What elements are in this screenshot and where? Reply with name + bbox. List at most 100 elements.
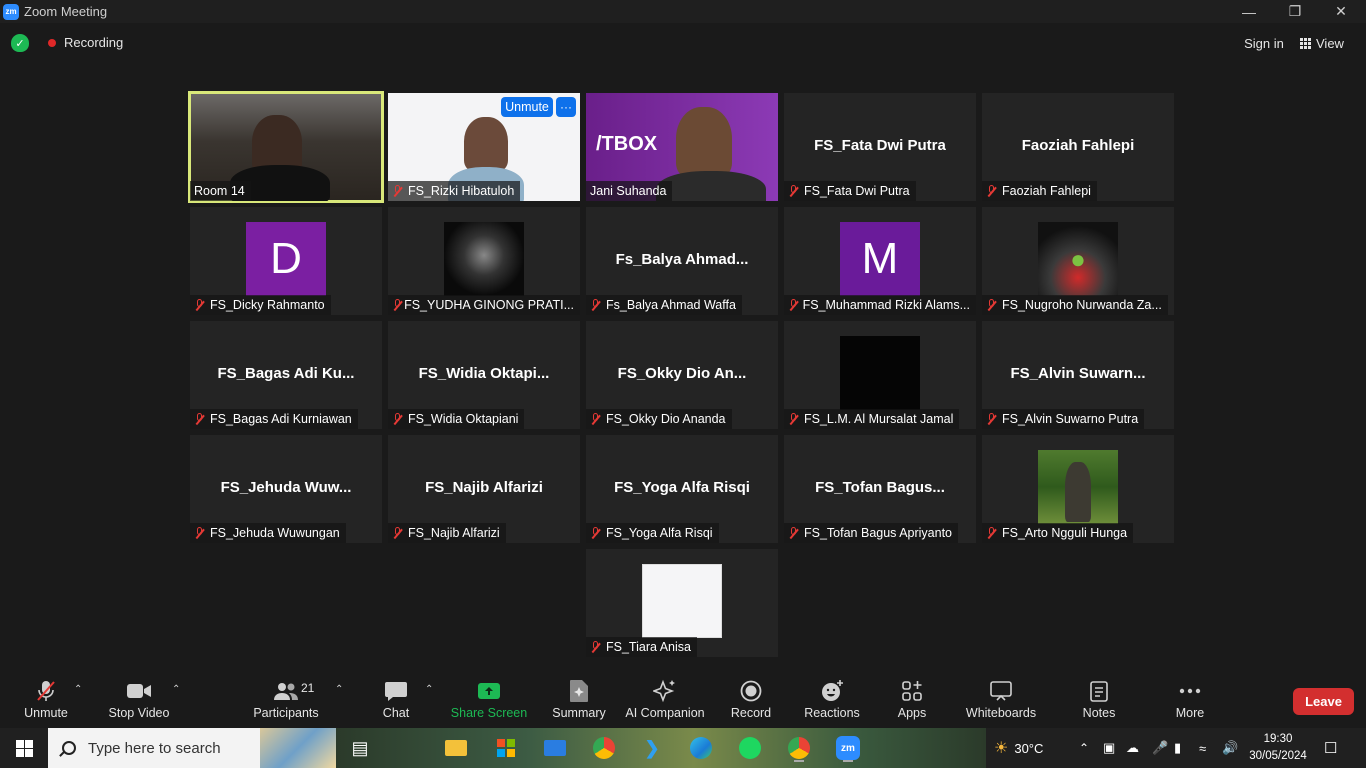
participant-tile[interactable]: FS_Najib Alfarizi FS_Najib Alfarizi xyxy=(388,435,580,543)
vscode-icon[interactable]: ❯ xyxy=(637,733,667,763)
volume-icon[interactable]: 🔊 xyxy=(1222,728,1238,768)
avatar-image: ● xyxy=(1038,222,1118,296)
audio-options-chevron-icon[interactable]: ⌃ xyxy=(74,684,82,695)
participant-tile[interactable]: FS_Tiara Anisa xyxy=(586,549,778,657)
participant-tile[interactable]: FS_Arto Ngguli Hunga xyxy=(982,435,1174,543)
unmute-participant-button[interactable]: Unmute xyxy=(501,97,553,117)
more-options-button[interactable]: ··· xyxy=(556,97,576,117)
zoom-icon[interactable]: zm xyxy=(833,733,863,763)
participant-tile[interactable]: FS_Alvin Suwarn... FS_Alvin Suwarno Putr… xyxy=(982,321,1174,429)
mic-muted-icon xyxy=(986,185,997,197)
restore-button[interactable]: ❐ xyxy=(1272,0,1318,23)
participant-tile[interactable]: FS_Bagas Adi Ku... FS_Bagas Adi Kurniawa… xyxy=(190,321,382,429)
chrome-profile-icon[interactable] xyxy=(784,733,814,763)
person-silhouette xyxy=(1065,462,1091,522)
participant-tile[interactable]: D FS_Dicky Rahmanto xyxy=(190,207,382,315)
spotify-icon[interactable] xyxy=(735,733,765,763)
notes-icon xyxy=(1089,678,1109,704)
battery-icon[interactable]: ▮ xyxy=(1174,728,1181,768)
mail-icon[interactable] xyxy=(540,733,570,763)
reactions-button[interactable]: Reactions xyxy=(804,678,860,726)
sign-in-button[interactable]: Sign in xyxy=(1236,30,1292,56)
chat-button[interactable]: Chat xyxy=(378,678,414,726)
sun-cloud-icon: ☀ xyxy=(994,740,1009,757)
mic-muted-icon xyxy=(35,678,57,704)
unmute-button[interactable]: Unmute xyxy=(22,678,70,726)
whiteboards-button[interactable]: Whiteboards xyxy=(964,678,1038,726)
start-button[interactable] xyxy=(0,728,48,768)
file-explorer-icon[interactable] xyxy=(441,733,471,763)
participant-display-name: FS_Najib Alfarizi xyxy=(425,479,543,496)
participant-tile[interactable]: FS_Okky Dio An... FS_Okky Dio Ananda xyxy=(586,321,778,429)
participant-body xyxy=(656,171,766,201)
participant-name: FS_Rizki Hibatuloh xyxy=(388,181,521,201)
video-options-chevron-icon[interactable]: ⌃ xyxy=(172,684,180,695)
chrome-icon[interactable] xyxy=(589,733,619,763)
weather-widget[interactable]: ☀ 30°C xyxy=(994,728,1043,768)
summary-button[interactable]: Summary xyxy=(550,678,608,726)
show-hidden-icons-chevron-icon[interactable]: ⌃ xyxy=(1079,728,1089,768)
participant-name: Jani Suhanda xyxy=(586,181,673,201)
meet-now-icon[interactable]: ▣ xyxy=(1103,728,1115,768)
summary-icon xyxy=(568,678,590,704)
participant-tile[interactable]: FS_Tofan Bagus... FS_Tofan Bagus Apriyan… xyxy=(784,435,976,543)
shield-check-icon[interactable]: ✓ xyxy=(11,34,29,52)
mic-muted-icon xyxy=(986,527,997,539)
mic-muted-icon xyxy=(590,641,601,653)
participant-name: FS_Tiara Anisa xyxy=(586,637,697,657)
mic-muted-icon xyxy=(590,413,601,425)
avatar-image xyxy=(642,564,722,638)
participant-tile[interactable]: FS_Fata Dwi Putra FS_Fata Dwi Putra xyxy=(784,93,976,201)
participant-tile[interactable]: FS_Yoga Alfa Risqi FS_Yoga Alfa Risqi xyxy=(586,435,778,543)
participant-name: FS_Bagas Adi Kurniawan xyxy=(190,409,358,429)
mic-muted-icon xyxy=(194,299,205,311)
participant-tile[interactable]: Faoziah Fahlepi Faoziah Fahlepi xyxy=(982,93,1174,201)
stop-video-button[interactable]: Stop Video xyxy=(108,678,170,726)
view-button[interactable]: View xyxy=(1300,30,1358,56)
recording-label[interactable]: Recording xyxy=(64,35,123,50)
more-button[interactable]: More xyxy=(1172,678,1208,726)
edge-icon[interactable] xyxy=(686,733,716,763)
participants-button[interactable]: 21 Participants xyxy=(253,678,318,726)
participant-tile[interactable]: Fs_Balya Ahmad... Fs_Balya Ahmad Waffa xyxy=(586,207,778,315)
apps-button[interactable]: Apps xyxy=(894,678,930,726)
leave-button[interactable]: Leave xyxy=(1293,688,1354,715)
minimize-button[interactable]: — xyxy=(1226,0,1272,23)
avatar-image xyxy=(444,222,524,296)
wifi-icon[interactable]: ≈ xyxy=(1199,728,1206,768)
chat-options-chevron-icon[interactable]: ⌃ xyxy=(425,684,433,695)
mic-muted-icon xyxy=(194,527,205,539)
participant-display-name: FS_Bagas Adi Ku... xyxy=(217,365,355,382)
clock[interactable]: 19:30 30/05/2024 xyxy=(1246,731,1310,765)
participant-tile[interactable]: Room 14 xyxy=(188,91,384,203)
participant-tile[interactable]: M FS_Muhammad Rizki Alams... xyxy=(784,207,976,315)
participant-tile[interactable]: FS_Widia Oktapi... FS_Widia Oktapiani xyxy=(388,321,580,429)
participant-name: FS_Muhammad Rizki Alams... xyxy=(784,295,976,315)
meeting-topbar: ✓ Recording Sign in View xyxy=(0,23,1366,63)
microsoft-store-icon[interactable] xyxy=(491,733,521,763)
record-button[interactable]: Record xyxy=(730,678,772,726)
onedrive-cloud-icon[interactable]: ☁ xyxy=(1126,728,1139,768)
participant-display-name: Fs_Balya Ahmad... xyxy=(615,251,749,268)
ai-companion-button[interactable]: AI Companion xyxy=(625,678,705,726)
notifications-icon[interactable]: ☐ xyxy=(1324,728,1337,768)
notes-button[interactable]: Notes xyxy=(1080,678,1118,726)
participant-tile[interactable]: /TBOX Jani Suhanda xyxy=(586,93,778,201)
participant-video xyxy=(676,107,732,177)
participant-tile[interactable]: FS_Jehuda Wuw... FS_Jehuda Wuwungan xyxy=(190,435,382,543)
task-view-icon[interactable]: ▤ xyxy=(345,733,375,763)
participant-tile[interactable]: ● FS_Nugroho Nurwanda Za... xyxy=(982,207,1174,315)
share-screen-button[interactable]: Share Screen xyxy=(451,678,527,726)
recording-dot-icon xyxy=(48,39,56,47)
participant-tile[interactable]: FS_L.M. Al Mursalat Jamal xyxy=(784,321,976,429)
participant-tile[interactable]: FS_YUDHA GINONG PRATI... xyxy=(388,207,580,315)
mic-muted-icon xyxy=(392,299,403,311)
grid-view-icon xyxy=(1300,37,1311,49)
taskbar-search[interactable]: Type here to search xyxy=(48,728,336,768)
close-button[interactable]: ✕ xyxy=(1318,0,1364,23)
participants-options-chevron-icon[interactable]: ⌃ xyxy=(335,684,343,695)
microphone-icon[interactable]: 🎤 xyxy=(1152,728,1168,768)
participant-name: FS_Arto Ngguli Hunga xyxy=(982,523,1134,543)
search-placeholder: Type here to search xyxy=(88,739,221,757)
participant-tile[interactable]: Unmute ··· FS_Rizki Hibatuloh xyxy=(388,93,580,201)
